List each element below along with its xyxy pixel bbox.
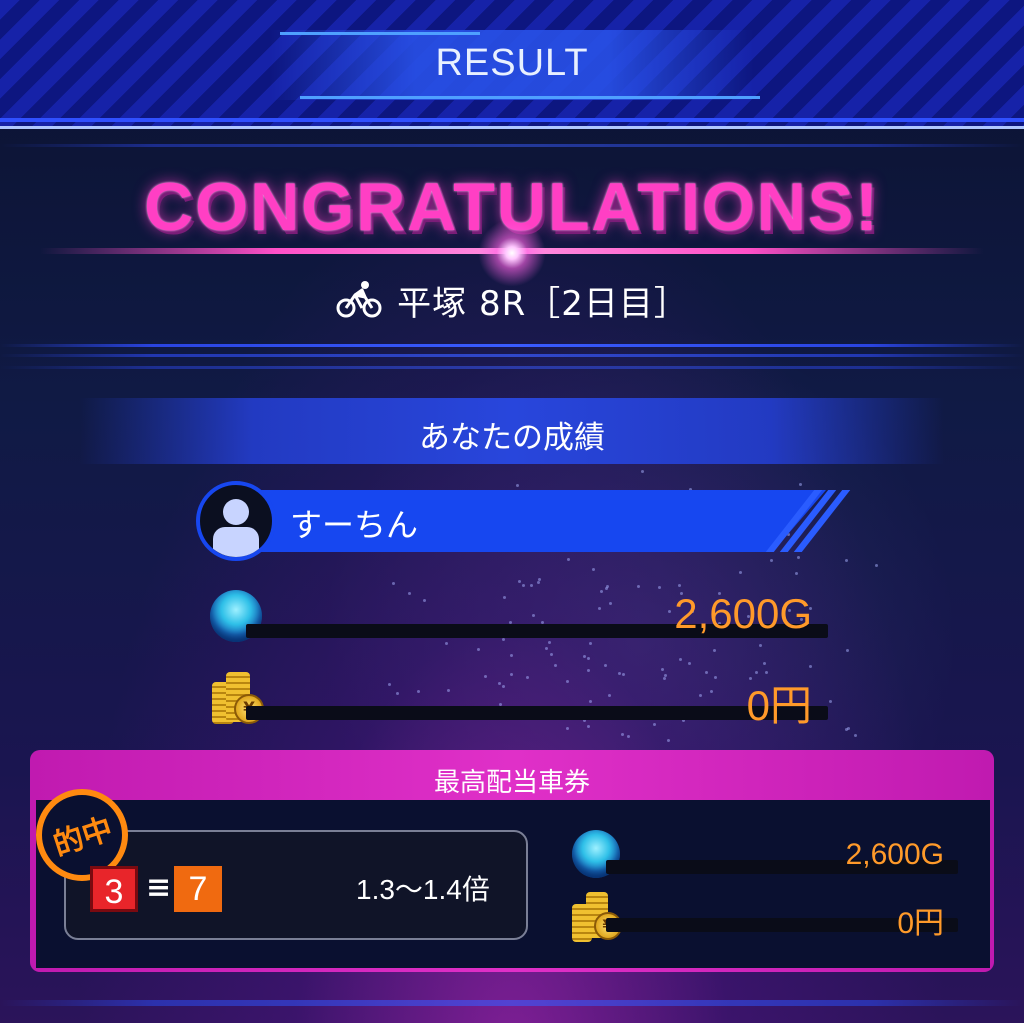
header-divider <box>0 126 1024 129</box>
race-info: 平塚 8R［2日目］ <box>0 276 1024 325</box>
bicycle-icon <box>335 279 383 323</box>
sparkle-dot <box>620 732 624 736</box>
sparkle-dot <box>794 572 798 576</box>
sparkle-dot <box>536 580 540 584</box>
header-divider <box>0 118 1024 122</box>
gem-value: 2,600G <box>674 590 812 637</box>
header-accent-line <box>280 32 480 35</box>
sparkle-dot <box>476 647 480 651</box>
sparkle-dot <box>387 682 391 686</box>
sparkle-dot <box>660 667 664 671</box>
sparkle-dot <box>588 641 592 645</box>
ticket-yen-value: 0円 <box>897 907 944 940</box>
result-header: RESULT <box>0 0 1024 129</box>
sparkle-dot <box>853 733 857 737</box>
user-avatar-icon <box>196 481 276 561</box>
sparkle-dot <box>687 661 691 665</box>
blue-line <box>0 354 1024 357</box>
congrats-panel: CONGRATULATIONS! 平塚 8R［2日目］ <box>0 140 1024 378</box>
sparkle-dot <box>605 584 609 588</box>
sparkle-dot <box>678 657 682 661</box>
ticket-gem-value: 2,600G <box>845 838 944 871</box>
sparkle-dot <box>769 558 773 562</box>
your-result-title: あなたの成績 <box>419 420 605 456</box>
sparkle-dot <box>626 734 630 738</box>
sparkle-dot <box>446 688 450 692</box>
best-ticket-title: 最高配当車券 <box>433 768 590 798</box>
header-accent-line <box>300 96 760 99</box>
blue-line <box>0 144 1024 147</box>
sparkle-dot <box>846 648 850 652</box>
user-name: すーちん <box>290 506 419 544</box>
car-number-first: 3 <box>90 866 138 912</box>
car-number-second: 7 <box>174 866 222 912</box>
blue-line <box>0 344 1024 347</box>
bottom-glow-line <box>0 1000 1024 1006</box>
yen-value: 0円 <box>746 682 812 729</box>
header-title: RESULT <box>435 42 589 84</box>
sparkle-dot <box>762 662 766 666</box>
combo-symbol: ≡ <box>146 870 172 905</box>
race-label: 平塚 8R［2日目］ <box>397 284 689 324</box>
sparkle-dot <box>532 613 536 617</box>
odds-range: 1.3〜1.4倍 <box>356 874 490 905</box>
blue-line <box>0 366 1024 369</box>
sparkle-dot <box>603 663 607 667</box>
sparkle-dot <box>636 584 640 588</box>
sparkle-dot <box>657 585 661 589</box>
sparkle-dot <box>583 654 587 658</box>
